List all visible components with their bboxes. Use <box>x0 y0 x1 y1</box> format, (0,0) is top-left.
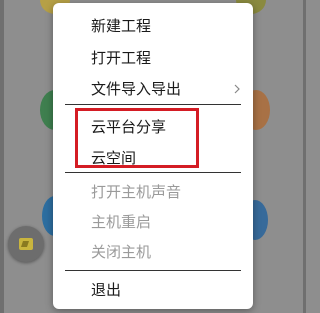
chevron-right-icon <box>234 84 240 94</box>
menu-divider <box>65 270 241 271</box>
menu-item-exit[interactable]: 退出 <box>91 275 121 305</box>
background-edge-right <box>303 0 306 313</box>
menu-divider <box>65 104 241 105</box>
menu-item-enable-host-sound: 打开主机声音 <box>91 183 182 201</box>
menu-item-label: 文件导入导出 <box>91 80 182 98</box>
menu-item-open-project[interactable]: 打开工程 <box>91 43 151 73</box>
highlight-box <box>75 108 199 168</box>
background-edge-left <box>0 0 4 313</box>
floating-action-button[interactable] <box>8 226 44 262</box>
menu-item-new-project[interactable]: 新建工程 <box>91 11 151 41</box>
menu-item-file-import-export[interactable]: 文件导入导出 <box>91 74 251 104</box>
menu-divider <box>65 172 241 173</box>
app-logo-icon <box>19 238 33 250</box>
menu-item-host-restart: 主机重启 <box>91 213 152 231</box>
menu-item-shutdown-host: 关闭主机 <box>91 243 152 261</box>
context-menu: 新建工程 打开工程 文件导入导出 云平台分享 云空间 打开主机声音 主机重启 关… <box>53 3 253 309</box>
